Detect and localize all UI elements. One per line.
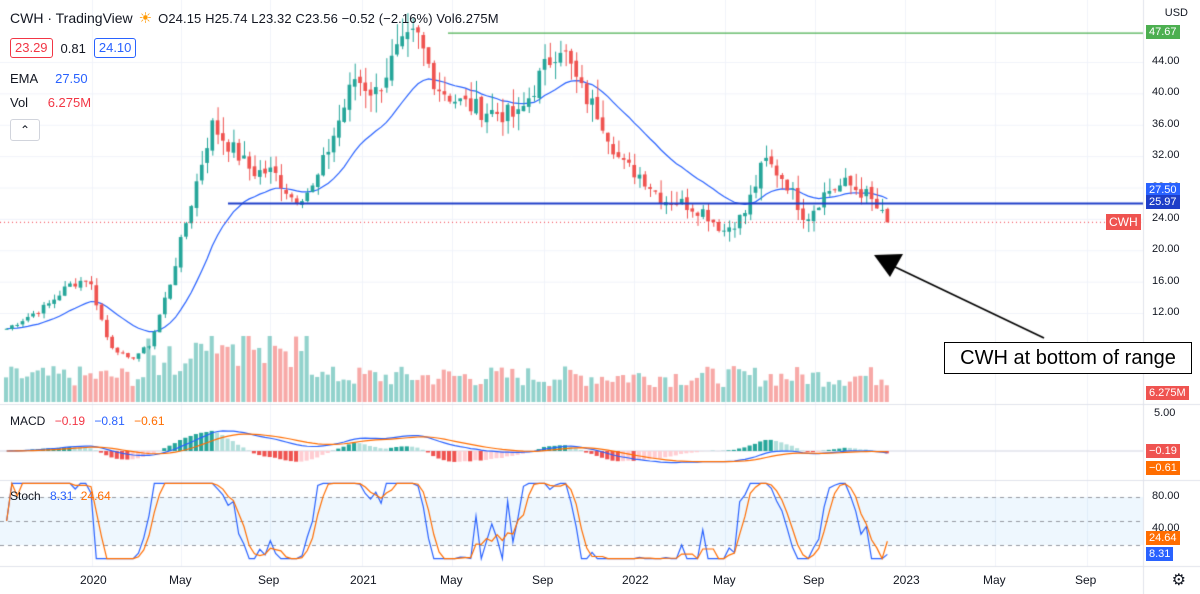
vol-value: 6.275M (47, 95, 92, 110)
stoch-k-value: 8.31 (50, 489, 74, 503)
price-chart-canvas[interactable] (0, 0, 1200, 594)
time-axis-label: 2022 (622, 573, 649, 587)
macd-badge-2: −0.61 (1146, 461, 1180, 475)
price-axis-tick: 40.00 (1152, 86, 1180, 99)
time-axis-label: Sep (532, 573, 554, 587)
price-axis-tick: 44.00 (1152, 55, 1180, 67)
ohlc-readout: O24.15 H25.74 L23.32 C23.56 −0.52 (−2.16… (158, 10, 499, 26)
macd-legend[interactable]: MACD −0.19 −0.81 −0.61 (10, 414, 165, 428)
price-axis-tick: 24.00 (1152, 211, 1180, 224)
time-axis-label: 2020 (80, 573, 107, 587)
support-level-badge: 25.97 (1146, 195, 1180, 210)
stoch-label: Stoch (10, 489, 41, 503)
symbol-legend: CWH · TradingView ☀ O24.15 H25.74 L23.32… (10, 9, 499, 27)
price-axis-tick: 16.00 (1152, 274, 1180, 287)
spread-value: 0.81 (60, 40, 86, 56)
ema-legend[interactable]: EMA 27.50 (10, 71, 88, 86)
stoch-k-badge: 8.31 (1146, 547, 1174, 561)
gear-icon[interactable]: ⚙ (1172, 570, 1186, 590)
time-axis-label: 2023 (893, 573, 920, 587)
macd-signal-value: −0.61 (134, 414, 165, 428)
stoch-d-value: 24.64 (80, 489, 111, 503)
time-axis-label: Sep (1075, 573, 1097, 587)
chevron-up-icon[interactable]: ⌃ (10, 119, 40, 141)
time-axis-label: May (169, 573, 192, 587)
time-axis-label: Sep (258, 573, 280, 587)
price-axis-tick: 20.00 (1152, 243, 1180, 256)
price-axis-tick: 12.00 (1152, 306, 1180, 318)
bid-price[interactable]: 23.29 (10, 38, 53, 58)
macd-line-value: −0.81 (94, 414, 125, 428)
time-axis-label: Sep (803, 573, 825, 587)
sun-icon: ☀ (138, 10, 153, 27)
price-axis-tick: 32.00 (1152, 149, 1180, 162)
time-axis-label: May (440, 573, 463, 587)
macd-histogram-value: −0.19 (54, 414, 86, 428)
ema-value: 27.50 (55, 71, 88, 86)
macd-axis-tick: 5.00 (1154, 407, 1176, 419)
time-axis-label: 2021 (350, 573, 377, 587)
ask-price[interactable]: 24.10 (93, 38, 137, 58)
time-axis-label: May (983, 573, 1006, 587)
annotation-callout[interactable]: CWH at bottom of range (944, 342, 1192, 374)
ticker-badge: CWH (1106, 214, 1141, 231)
stoch-d-badge: 24.64 (1146, 531, 1180, 545)
ema-label: EMA (10, 71, 38, 86)
symbol-title[interactable]: CWH · TradingView (10, 10, 133, 26)
top-level-badge: 47.67 (1146, 25, 1180, 40)
volume-legend[interactable]: Vol 6.275M (10, 95, 91, 110)
macd-badge-1: −0.19 (1146, 444, 1180, 458)
macd-label: MACD (10, 414, 46, 428)
volume-badge: 6.275M (1146, 386, 1189, 400)
stoch-axis-tick-80: 80.00 (1152, 490, 1180, 502)
vol-label: Vol (10, 95, 29, 110)
currency-label[interactable]: USD (1165, 7, 1188, 19)
stoch-legend[interactable]: Stoch 8.31 24.64 (10, 489, 111, 503)
time-axis-label: May (713, 573, 736, 587)
bid-ask-row: 23.29 0.81 24.10 (10, 38, 137, 58)
price-axis-tick: 36.00 (1152, 117, 1180, 130)
